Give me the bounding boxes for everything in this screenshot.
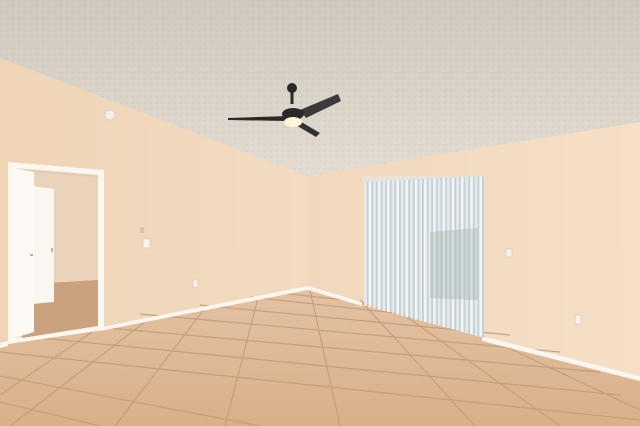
outlet-left [192, 279, 199, 288]
blind-slat [400, 180, 404, 316]
blind-slat [414, 179, 418, 320]
blind-slat [368, 181, 372, 308]
blind-slat [419, 179, 422, 321]
thermostat [140, 227, 144, 233]
smoke-detector [104, 109, 116, 121]
doorway [8, 162, 104, 344]
blind-slat [424, 179, 427, 322]
outlet-right [574, 314, 582, 325]
blind-slat [479, 176, 482, 337]
switch-right [505, 248, 513, 258]
blind-slat [391, 180, 395, 314]
light-switch [142, 238, 151, 249]
blind-slat [364, 182, 367, 306]
blind-slat [373, 181, 376, 309]
blind-slat [387, 180, 390, 313]
blind-slat [405, 179, 409, 318]
room-photo [0, 0, 640, 426]
fan-light [284, 117, 302, 127]
interior-door [32, 186, 54, 304]
blind-slat [396, 180, 399, 315]
open-door [14, 168, 34, 338]
blind-slat [410, 179, 413, 319]
outdoor-fence [430, 228, 478, 300]
blind-slat [377, 181, 381, 310]
room-illustration [0, 0, 640, 426]
blind-slat [382, 181, 386, 311]
